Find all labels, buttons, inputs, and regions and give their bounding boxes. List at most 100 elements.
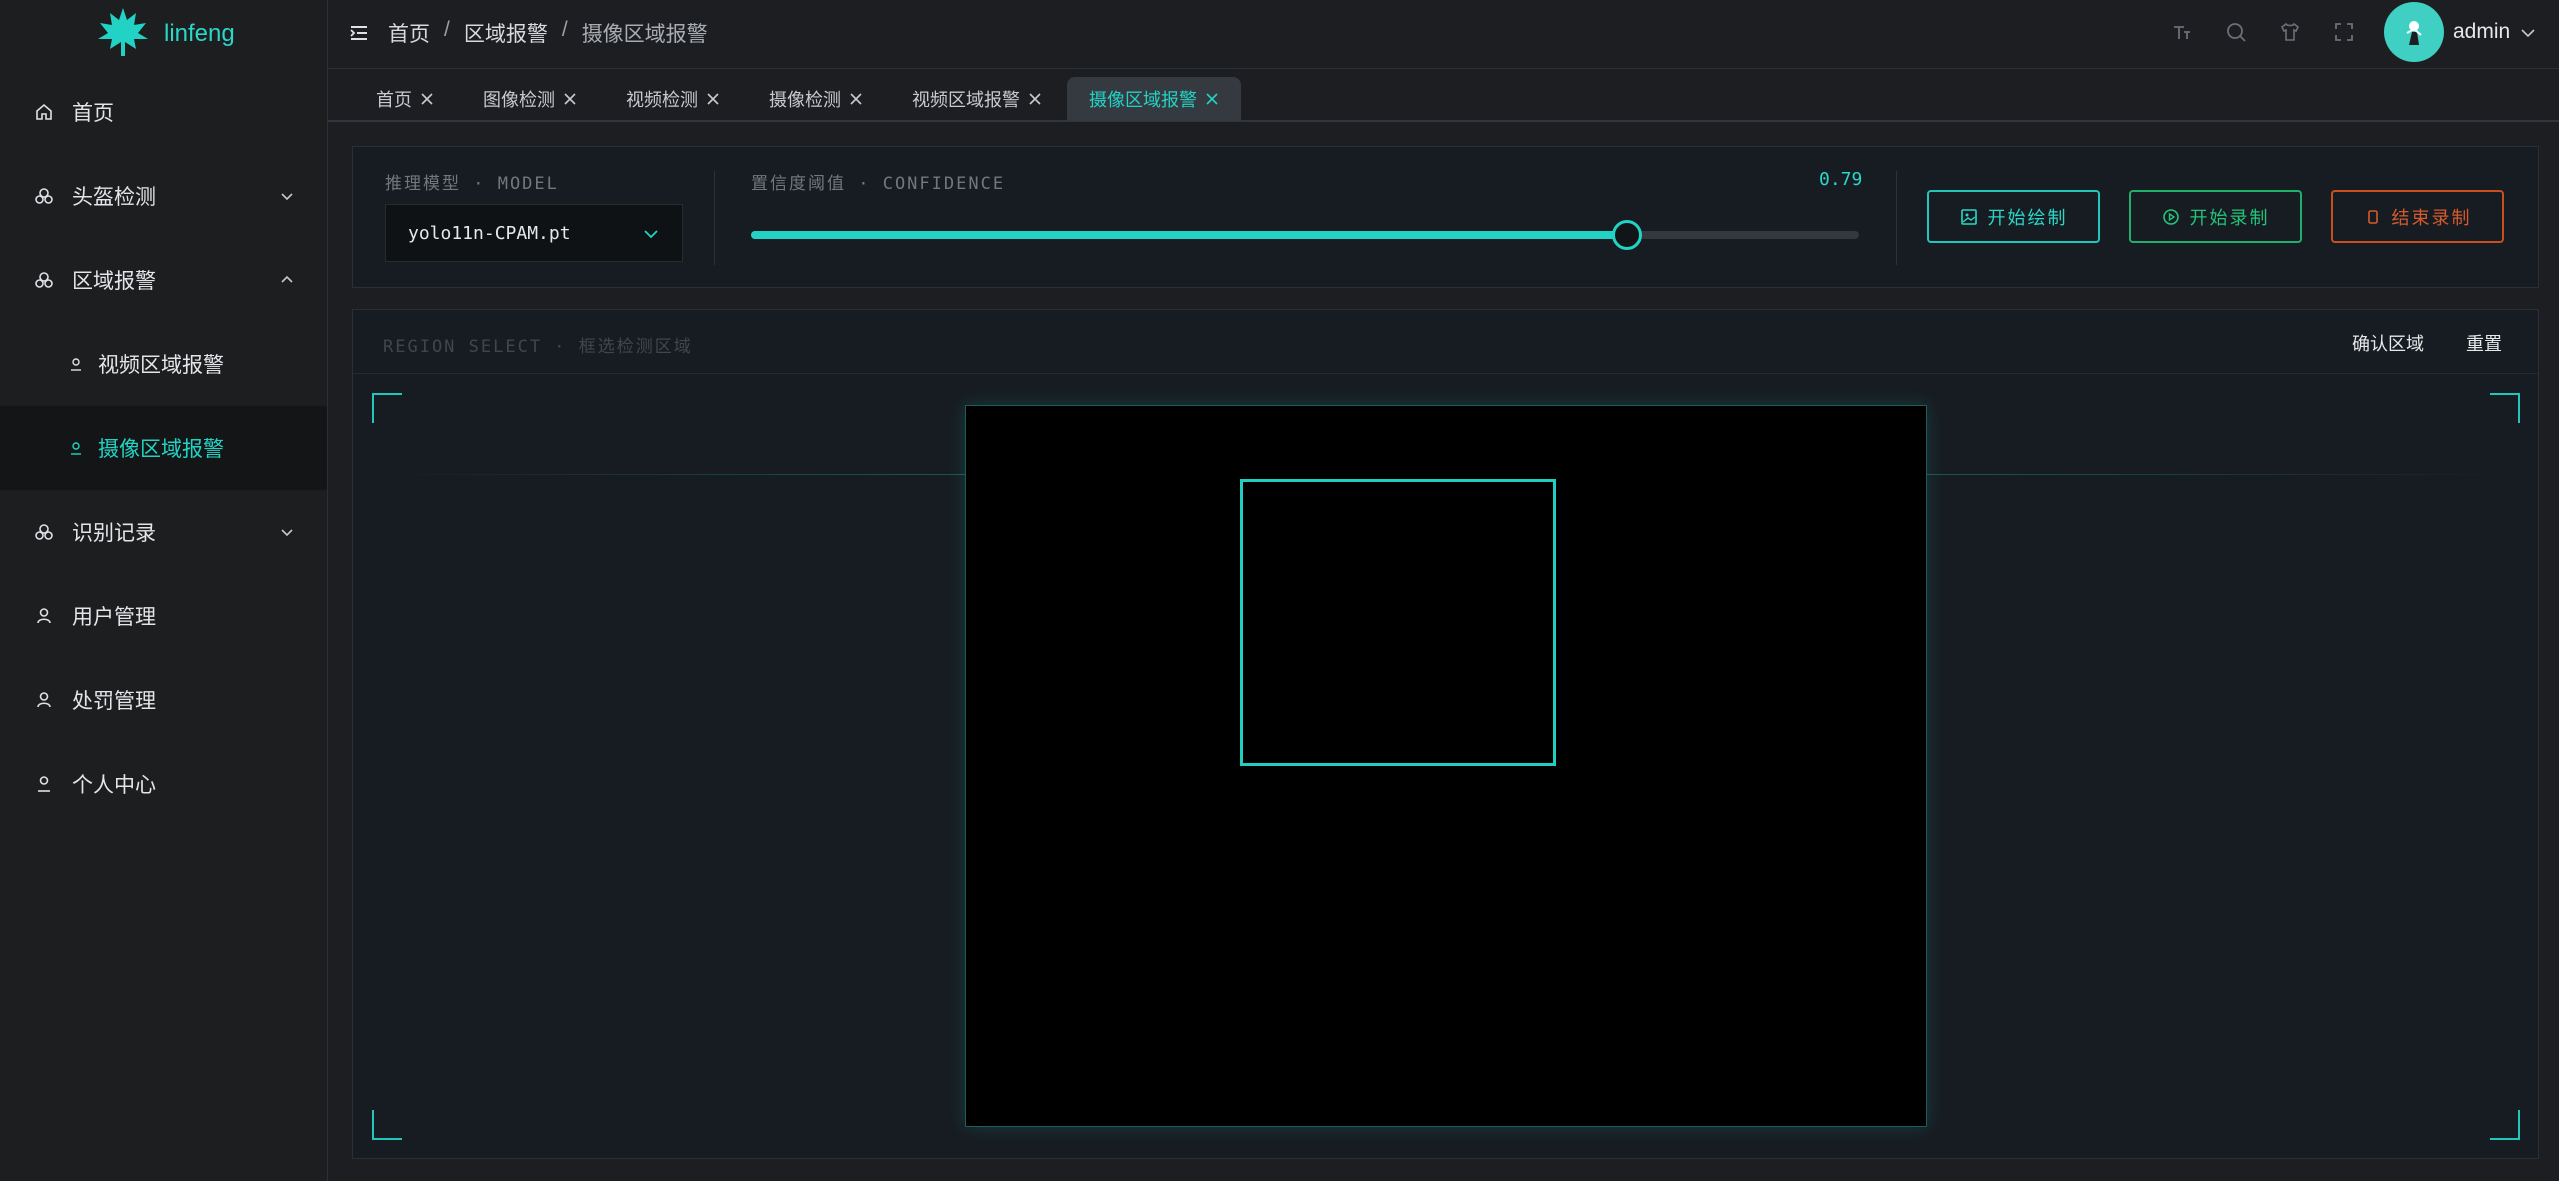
breadcrumb-item-region-alarm[interactable]: 区域报警 xyxy=(464,18,548,48)
image-icon xyxy=(1960,208,1977,225)
confirm-region-button[interactable]: 确认区域 xyxy=(2352,330,2424,356)
sidebar-item-helmet-detection[interactable]: 头盔检测 xyxy=(0,154,327,238)
helmet-icon xyxy=(34,522,54,542)
control-panel: 推理模型 · MODEL yolo11n-CPAM.pt 置信度阈值 · CON… xyxy=(352,146,2539,288)
start-draw-button[interactable]: 开始绘制 xyxy=(1927,190,2100,243)
close-icon[interactable] xyxy=(563,92,577,106)
tab-camera-region-alarm[interactable]: 摄像区域报警 xyxy=(1067,77,1241,121)
tab-camera-detection[interactable]: 摄像检测 xyxy=(769,77,863,121)
corner-bracket xyxy=(2490,393,2520,423)
avatar-figure-icon xyxy=(2406,21,2422,45)
home-icon xyxy=(34,102,54,122)
helmet-icon xyxy=(34,186,54,206)
chevron-down-icon xyxy=(644,230,658,239)
model-label: 推理模型 · MODEL xyxy=(385,174,559,194)
tab-video-detection[interactable]: 视频检测 xyxy=(626,77,720,121)
corner-bracket xyxy=(372,393,402,423)
sidebar-item-region-alarm[interactable]: 区域报警 xyxy=(0,238,327,322)
breadcrumb-separator: / xyxy=(444,18,450,41)
region-title: REGION SELECT · 框选检测区域 xyxy=(383,337,693,357)
sidebar-menu: 首页 头盔检测 区域报警 视频区域报警 摄像区域报警 识别记录 用户管理 处罚管… xyxy=(0,70,327,826)
camera-canvas[interactable] xyxy=(965,405,1927,1127)
sidebar: linfeng 首页 头盔检测 区域报警 视频区域报警 摄像区域报警 识别记录 … xyxy=(0,0,328,1181)
model-select-value: yolo11n-CPAM.pt xyxy=(408,223,571,244)
tab-label: 摄像区域报警 xyxy=(1089,90,1197,110)
tab-image-detection[interactable]: 图像检测 xyxy=(483,77,577,121)
start-record-label: 开始录制 xyxy=(2189,207,2270,228)
corner-bracket xyxy=(2490,1110,2520,1140)
tab-home[interactable]: 首页 xyxy=(376,77,434,121)
user-icon xyxy=(34,774,54,794)
tab-label: 视频检测 xyxy=(626,90,698,110)
top-header: 首页 / 区域报警 / 摄像区域报警 admin xyxy=(328,0,2559,69)
chevron-down-icon xyxy=(281,529,293,537)
confidence-slider-fill xyxy=(751,231,1627,239)
username[interactable]: admin xyxy=(2453,20,2510,44)
close-icon[interactable] xyxy=(1205,92,1219,106)
sidebar-item-label: 头盔检测 xyxy=(72,186,156,209)
play-circle-icon xyxy=(2162,208,2179,225)
stop-record-label: 结束录制 xyxy=(2391,207,2472,228)
sidebar-item-recognition-records[interactable]: 识别记录 xyxy=(0,490,327,574)
confidence-value: 0.79 xyxy=(1819,169,1863,190)
app-name: linfeng xyxy=(164,20,235,47)
close-icon[interactable] xyxy=(706,92,720,106)
sidebar-item-label: 摄像区域报警 xyxy=(98,438,224,461)
sidebar-item-camera-region-alarm[interactable]: 摄像区域报警 xyxy=(0,406,327,490)
breadcrumb: 首页 / 区域报警 / 摄像区域报警 xyxy=(388,18,708,48)
close-icon[interactable] xyxy=(849,92,863,106)
tab-bar: 首页 图像检测 视频检测 摄像检测 视频区域报警 摄像区域报警 xyxy=(328,69,2559,122)
person-icon xyxy=(68,356,84,372)
close-icon[interactable] xyxy=(1028,92,1042,106)
theme-shirt-icon[interactable] xyxy=(2278,20,2302,44)
sidebar-item-label: 视频区域报警 xyxy=(98,354,224,377)
tab-label: 首页 xyxy=(376,90,412,110)
sidebar-item-penalty-management[interactable]: 处罚管理 xyxy=(0,658,327,742)
user-icon xyxy=(34,690,54,710)
breadcrumb-item-home[interactable]: 首页 xyxy=(388,18,430,48)
divider xyxy=(1896,171,1897,265)
chevron-down-icon xyxy=(281,193,293,201)
sidebar-item-video-region-alarm[interactable]: 视频区域报警 xyxy=(0,322,327,406)
chevron-down-icon[interactable] xyxy=(2519,24,2537,42)
user-icon xyxy=(34,606,54,626)
font-size-icon[interactable] xyxy=(2170,20,2194,44)
sidebar-item-personal-center[interactable]: 个人中心 xyxy=(0,742,327,826)
corner-bracket xyxy=(372,1110,402,1140)
confidence-label: 置信度阈值 · CONFIDENCE xyxy=(751,174,1006,194)
tab-label: 摄像检测 xyxy=(769,90,841,110)
sidebar-item-label: 识别记录 xyxy=(72,522,156,545)
stop-record-button[interactable]: 结束录制 xyxy=(2331,190,2504,243)
divider xyxy=(714,171,715,265)
breadcrumb-separator: / xyxy=(561,18,568,41)
region-select-panel: REGION SELECT · 框选检测区域 确认区域 重置 xyxy=(352,309,2539,1159)
region-header: REGION SELECT · 框选检测区域 确认区域 重置 xyxy=(353,310,2538,374)
chevron-up-icon xyxy=(281,275,293,283)
app-logo[interactable]: linfeng xyxy=(96,6,235,62)
sidebar-item-user-management[interactable]: 用户管理 xyxy=(0,574,327,658)
selected-region-box[interactable] xyxy=(1240,479,1556,766)
menu-collapse-icon[interactable] xyxy=(348,22,370,44)
tab-video-region-alarm[interactable]: 视频区域报警 xyxy=(912,77,1042,121)
helmet-icon xyxy=(34,270,54,290)
search-icon[interactable] xyxy=(2224,20,2248,44)
maple-leaf-icon xyxy=(96,5,150,64)
sidebar-item-home[interactable]: 首页 xyxy=(0,70,327,154)
close-icon[interactable] xyxy=(420,92,434,106)
fullscreen-icon[interactable] xyxy=(2332,20,2356,44)
person-icon xyxy=(68,440,84,456)
sidebar-item-label: 用户管理 xyxy=(72,606,156,629)
sidebar-item-label: 个人中心 xyxy=(72,774,156,797)
model-select[interactable]: yolo11n-CPAM.pt xyxy=(385,204,683,262)
tab-label: 图像检测 xyxy=(483,90,555,110)
avatar[interactable] xyxy=(2384,2,2444,62)
start-record-button[interactable]: 开始录制 xyxy=(2129,190,2302,243)
stop-icon xyxy=(2367,209,2378,224)
breadcrumb-item-current: 摄像区域报警 xyxy=(581,23,708,46)
confidence-slider[interactable] xyxy=(751,220,1859,250)
reset-button[interactable]: 重置 xyxy=(2466,330,2502,356)
confidence-slider-thumb[interactable] xyxy=(1612,220,1643,250)
sidebar-item-label: 区域报警 xyxy=(72,270,156,293)
sidebar-item-label: 首页 xyxy=(72,102,114,125)
tab-label: 视频区域报警 xyxy=(912,90,1020,110)
